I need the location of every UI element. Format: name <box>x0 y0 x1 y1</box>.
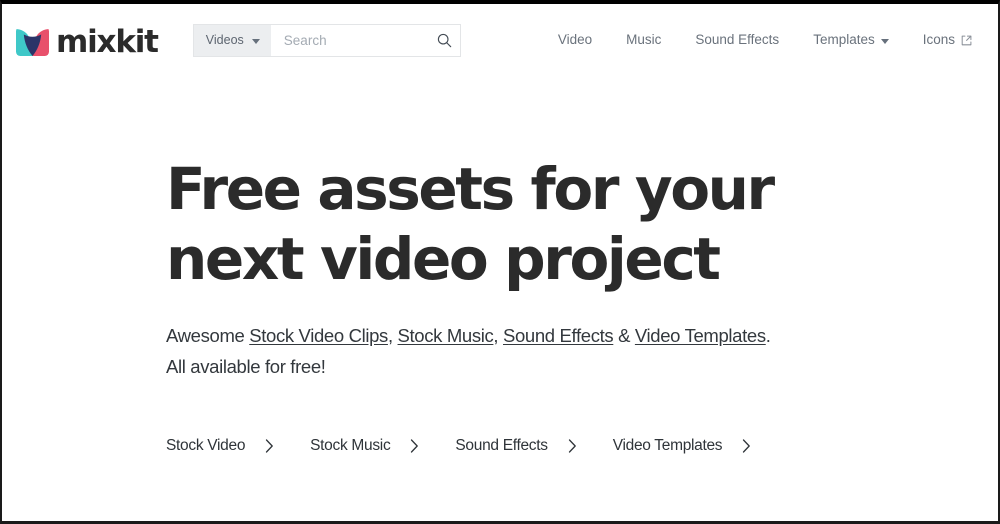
nav-item-sound-effects[interactable]: Sound Effects <box>678 27 796 53</box>
hero-section: Free assets for your next video project … <box>2 76 998 454</box>
quicklink-label: Sound Effects <box>455 437 548 454</box>
search-submit-button[interactable] <box>429 24 460 56</box>
page-root: mixkit Videos Video Music <box>0 0 1000 524</box>
nav-item-label: Music <box>626 32 662 48</box>
nav-item-label: Templates <box>813 32 875 48</box>
subtitle-line-2: All available for free! <box>166 356 326 377</box>
chevron-right-icon <box>411 439 419 453</box>
hero-subtitle: Awesome Stock Video Clips, Stock Music, … <box>166 320 886 382</box>
nav-item-music[interactable]: Music <box>609 27 678 53</box>
nav-item-label: Icons <box>922 32 955 48</box>
search-field-wrap <box>270 24 430 56</box>
quicklink-video-templates[interactable]: Video Templates <box>613 438 752 454</box>
search-input[interactable] <box>283 32 420 48</box>
link-stock-music[interactable]: Stock Music <box>398 325 494 346</box>
quicklink-label: Stock Music <box>310 437 391 454</box>
nav-item-templates[interactable]: Templates <box>796 27 906 53</box>
search-scope-label: Videos <box>205 32 244 47</box>
nav-item-label: Sound Effects <box>695 32 780 48</box>
main-navigation: Video Music Sound Effects Templates Icon… <box>541 27 976 53</box>
subtitle-tail: . <box>765 325 771 346</box>
chevron-down-icon <box>251 38 260 44</box>
chevron-down-icon <box>880 38 889 44</box>
search-icon <box>438 33 452 47</box>
chevron-right-icon <box>265 439 273 453</box>
mixkit-logo-icon <box>16 26 49 56</box>
brand-wordmark: mixkit <box>56 23 159 60</box>
quicklink-label: Stock Video <box>166 437 246 454</box>
link-stock-video-clips[interactable]: Stock Video Clips <box>249 325 388 346</box>
quicklink-stock-music[interactable]: Stock Music <box>310 438 419 454</box>
page-title: Free assets for your next video project <box>166 154 806 294</box>
subtitle-sep-1: , <box>387 325 398 346</box>
search-bar: Videos <box>192 23 461 57</box>
brand-logo[interactable]: mixkit <box>16 23 159 60</box>
quicklink-sound-effects[interactable]: Sound Effects <box>455 438 576 454</box>
search-scope-dropdown[interactable]: Videos <box>193 24 271 56</box>
site-header: mixkit Videos Video Music <box>2 4 998 76</box>
external-link-icon <box>961 35 972 45</box>
chevron-right-icon <box>568 439 576 453</box>
subtitle-lead: Awesome <box>166 325 250 346</box>
quicklink-stock-video[interactable]: Stock Video <box>166 438 274 454</box>
nav-item-video[interactable]: Video <box>541 27 609 53</box>
subtitle-sep-3: & <box>613 325 635 346</box>
headline-line-2: next video project <box>166 225 721 293</box>
chevron-right-icon <box>743 439 751 453</box>
link-video-templates[interactable]: Video Templates <box>635 325 766 346</box>
hero-quicklinks: Stock Video Stock Music Sound Effects Vi… <box>166 438 998 454</box>
subtitle-sep-2: , <box>493 325 503 346</box>
nav-item-label: Video <box>557 32 593 48</box>
headline-line-1: Free assets for your <box>166 155 775 223</box>
nav-item-icons[interactable]: Icons <box>906 27 976 53</box>
link-sound-effects[interactable]: Sound Effects <box>503 325 614 346</box>
quicklink-label: Video Templates <box>612 437 723 454</box>
